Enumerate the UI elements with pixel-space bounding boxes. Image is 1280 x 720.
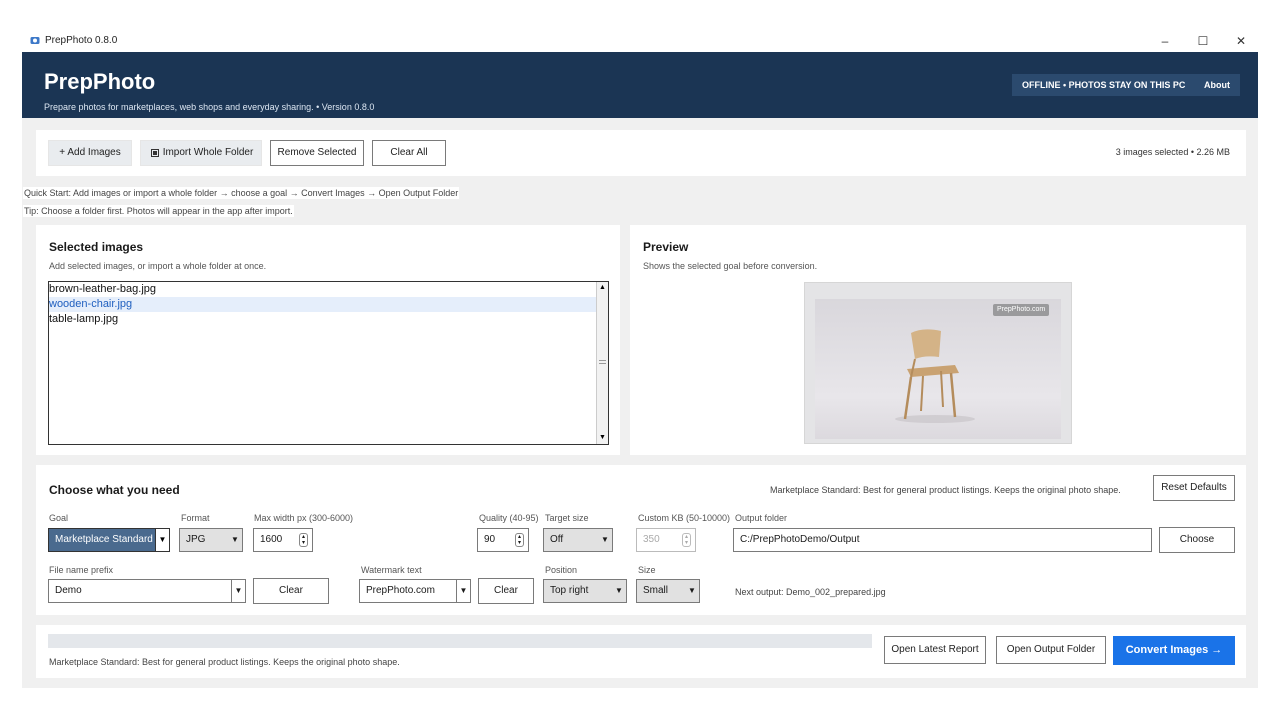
custom-kb-stepper[interactable]: 350 ▴ ▾ [636,528,696,552]
app-window: PrepPhoto 0.8.0 – ☐ ✕ PrepPhoto Prepare … [22,32,1258,688]
preview-title: Preview [643,240,689,254]
chevron-down-icon: ▼ [601,535,609,544]
format-label: Format [181,513,210,523]
list-item[interactable]: brown-leather-bag.jpg [49,282,608,297]
target-size-value: Off [550,534,564,545]
goal-select[interactable]: Marketplace Standard ▼ [48,528,170,552]
prefix-combo[interactable]: Demo ▼ [48,579,246,603]
quality-value: 90 [484,534,496,545]
chevron-down-icon: ▼ [231,580,245,602]
max-width-value: 1600 [260,534,283,545]
output-folder-field[interactable]: C:/PrepPhotoDemo/Output [733,528,1152,552]
chevron-down-icon: ▼ [155,529,169,551]
offline-badge: OFFLINE • PHOTOS STAY ON THIS PC [1012,74,1196,96]
import-folder-button[interactable]: Import Whole Folder [140,140,262,166]
remove-selected-button[interactable]: Remove Selected [270,140,364,166]
preview-hint: Shows the selected goal before conversio… [643,261,818,271]
choose-folder-button[interactable]: Choose [1159,527,1235,553]
selection-summary: 3 images selected • 2.26 MB [1115,147,1230,157]
target-size-select[interactable]: Off ▼ [543,528,613,552]
quick-start-tip: Quick Start: Add images or import a whol… [23,187,460,199]
clear-all-button[interactable]: Clear All [372,140,446,166]
open-output-button[interactable]: Open Output Folder [996,636,1106,664]
open-report-button[interactable]: Open Latest Report [884,636,986,664]
preview-image [815,299,1061,439]
stepper-icon[interactable]: ▴ ▾ [515,533,524,547]
folder-icon [151,149,159,157]
goal-select-value: Marketplace Standard [55,534,153,545]
add-images-button[interactable]: + Add Images [48,140,132,166]
app-subtitle: Prepare photos for marketplaces, web sho… [44,102,375,112]
list-item[interactable]: table-lamp.jpg [49,312,608,327]
image-listbox[interactable]: brown-leather-bag.jpg wooden-chair.jpg t… [48,281,609,445]
app-icon [30,37,40,44]
listbox-scrollbar[interactable]: ▲ ▼ [596,282,608,444]
position-value: Top right [550,585,589,596]
goal-label: Goal [49,513,69,523]
preview-panel: Preview Shows the selected goal before c… [630,225,1246,455]
chevron-down-icon: ▼ [456,580,470,602]
footer-status: Marketplace Standard: Best for general p… [49,657,400,667]
footer-panel: Marketplace Standard: Best for general p… [36,625,1246,678]
options-panel: Choose what you need Marketplace Standar… [36,465,1246,615]
goal-description: Marketplace Standard: Best for general p… [770,485,1121,495]
import-folder-label: Import Whole Folder [162,147,254,158]
prefix-value: Demo [55,585,82,596]
preview-frame: PrepPhoto.com [804,282,1072,444]
close-icon[interactable]: ✕ [1226,32,1256,52]
quality-stepper[interactable]: 90 ▴ ▾ [477,528,529,552]
size-value: Small [643,585,669,596]
chevron-down-icon: ▼ [615,586,623,595]
chevron-down-icon: ▼ [231,535,239,544]
toolbar-panel: + Add Images Import Whole Folder Remove … [36,130,1246,176]
max-width-stepper[interactable]: 1600 ▴ ▾ [253,528,313,552]
next-output-text: Next output: Demo_002_prepared.jpg [735,587,886,597]
list-item[interactable]: wooden-chair.jpg [49,297,608,312]
about-button[interactable]: About [1194,74,1240,96]
format-select[interactable]: JPG ▼ [179,528,243,552]
folder-tip: Tip: Choose a folder first. Photos will … [23,205,294,217]
preview-watermark: PrepPhoto.com [993,304,1050,316]
reset-defaults-button[interactable]: Reset Defaults [1153,475,1235,501]
output-folder-label: Output folder [735,513,788,523]
watermark-value: PrepPhoto.com [366,585,435,596]
watermark-combo[interactable]: PrepPhoto.com ▼ [359,579,471,603]
position-label: Position [545,565,578,575]
format-select-value: JPG [186,534,206,545]
max-width-label: Max width px (300-6000) [254,513,354,523]
app-header: PrepPhoto Prepare photos for marketplace… [22,52,1258,118]
custom-kb-label: Custom KB (50-10000) [638,513,731,523]
clear-watermark-button[interactable]: Clear [478,578,534,604]
prefix-label: File name prefix [49,565,114,575]
quality-label: Quality (40-95) [479,513,539,523]
options-title: Choose what you need [49,483,180,497]
images-panel-hint: Add selected images, or import a whole f… [49,261,267,271]
clear-prefix-button[interactable]: Clear [253,578,329,604]
chevron-down-icon: ▼ [688,586,696,595]
images-panel-title: Selected images [49,240,144,254]
size-label: Size [638,565,656,575]
target-size-label: Target size [545,513,589,523]
position-select[interactable]: Top right ▼ [543,579,627,603]
window-titlebar: PrepPhoto 0.8.0 – ☐ ✕ [22,32,1258,52]
minimize-icon[interactable]: – [1150,32,1180,52]
app-brand: PrepPhoto [44,69,156,94]
scroll-up-icon[interactable]: ▲ [597,283,608,293]
scroll-down-icon[interactable]: ▼ [597,433,608,443]
size-select[interactable]: Small ▼ [636,579,700,603]
watermark-label: Watermark text [361,565,422,575]
stepper-icon[interactable]: ▴ ▾ [299,533,308,547]
window-title: PrepPhoto 0.8.0 [45,35,118,46]
stepper-icon[interactable]: ▴ ▾ [682,533,691,547]
conversion-progress-bar [48,634,872,648]
custom-kb-value: 350 [643,534,660,545]
convert-images-button[interactable]: Convert Images → [1113,636,1235,665]
maximize-icon[interactable]: ☐ [1188,32,1218,52]
